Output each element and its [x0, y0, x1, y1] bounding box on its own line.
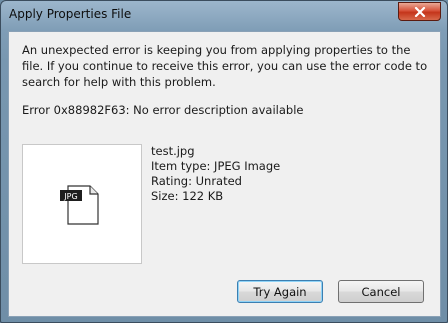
error-code: Error 0x88982F63: No error description a…	[22, 103, 304, 117]
title-bar[interactable]: Apply Properties File	[1, 1, 447, 31]
close-icon	[414, 6, 425, 17]
file-type-badge: JPG	[63, 192, 77, 201]
error-message: An unexpected error is keeping you from …	[22, 43, 428, 89]
file-name: test.jpg	[151, 144, 195, 158]
file-thumbnail: JPG	[22, 144, 142, 264]
try-again-button[interactable]: Try Again	[237, 280, 323, 303]
dialog-window: Apply Properties File An unexpected erro…	[0, 0, 448, 323]
close-button[interactable]	[398, 2, 441, 21]
file-size: Size: 122 KB	[151, 189, 224, 203]
file-rating: Rating: Unrated	[151, 174, 242, 188]
dialog-body: An unexpected error is keeping you from …	[8, 31, 441, 317]
window-title: Apply Properties File	[9, 7, 132, 21]
cancel-button[interactable]: Cancel	[338, 280, 424, 303]
file-details: test.jpg Item type: JPEG Image Rating: U…	[151, 144, 280, 204]
jpg-file-icon: JPG	[60, 185, 99, 225]
file-item-type: Item type: JPEG Image	[151, 159, 281, 173]
